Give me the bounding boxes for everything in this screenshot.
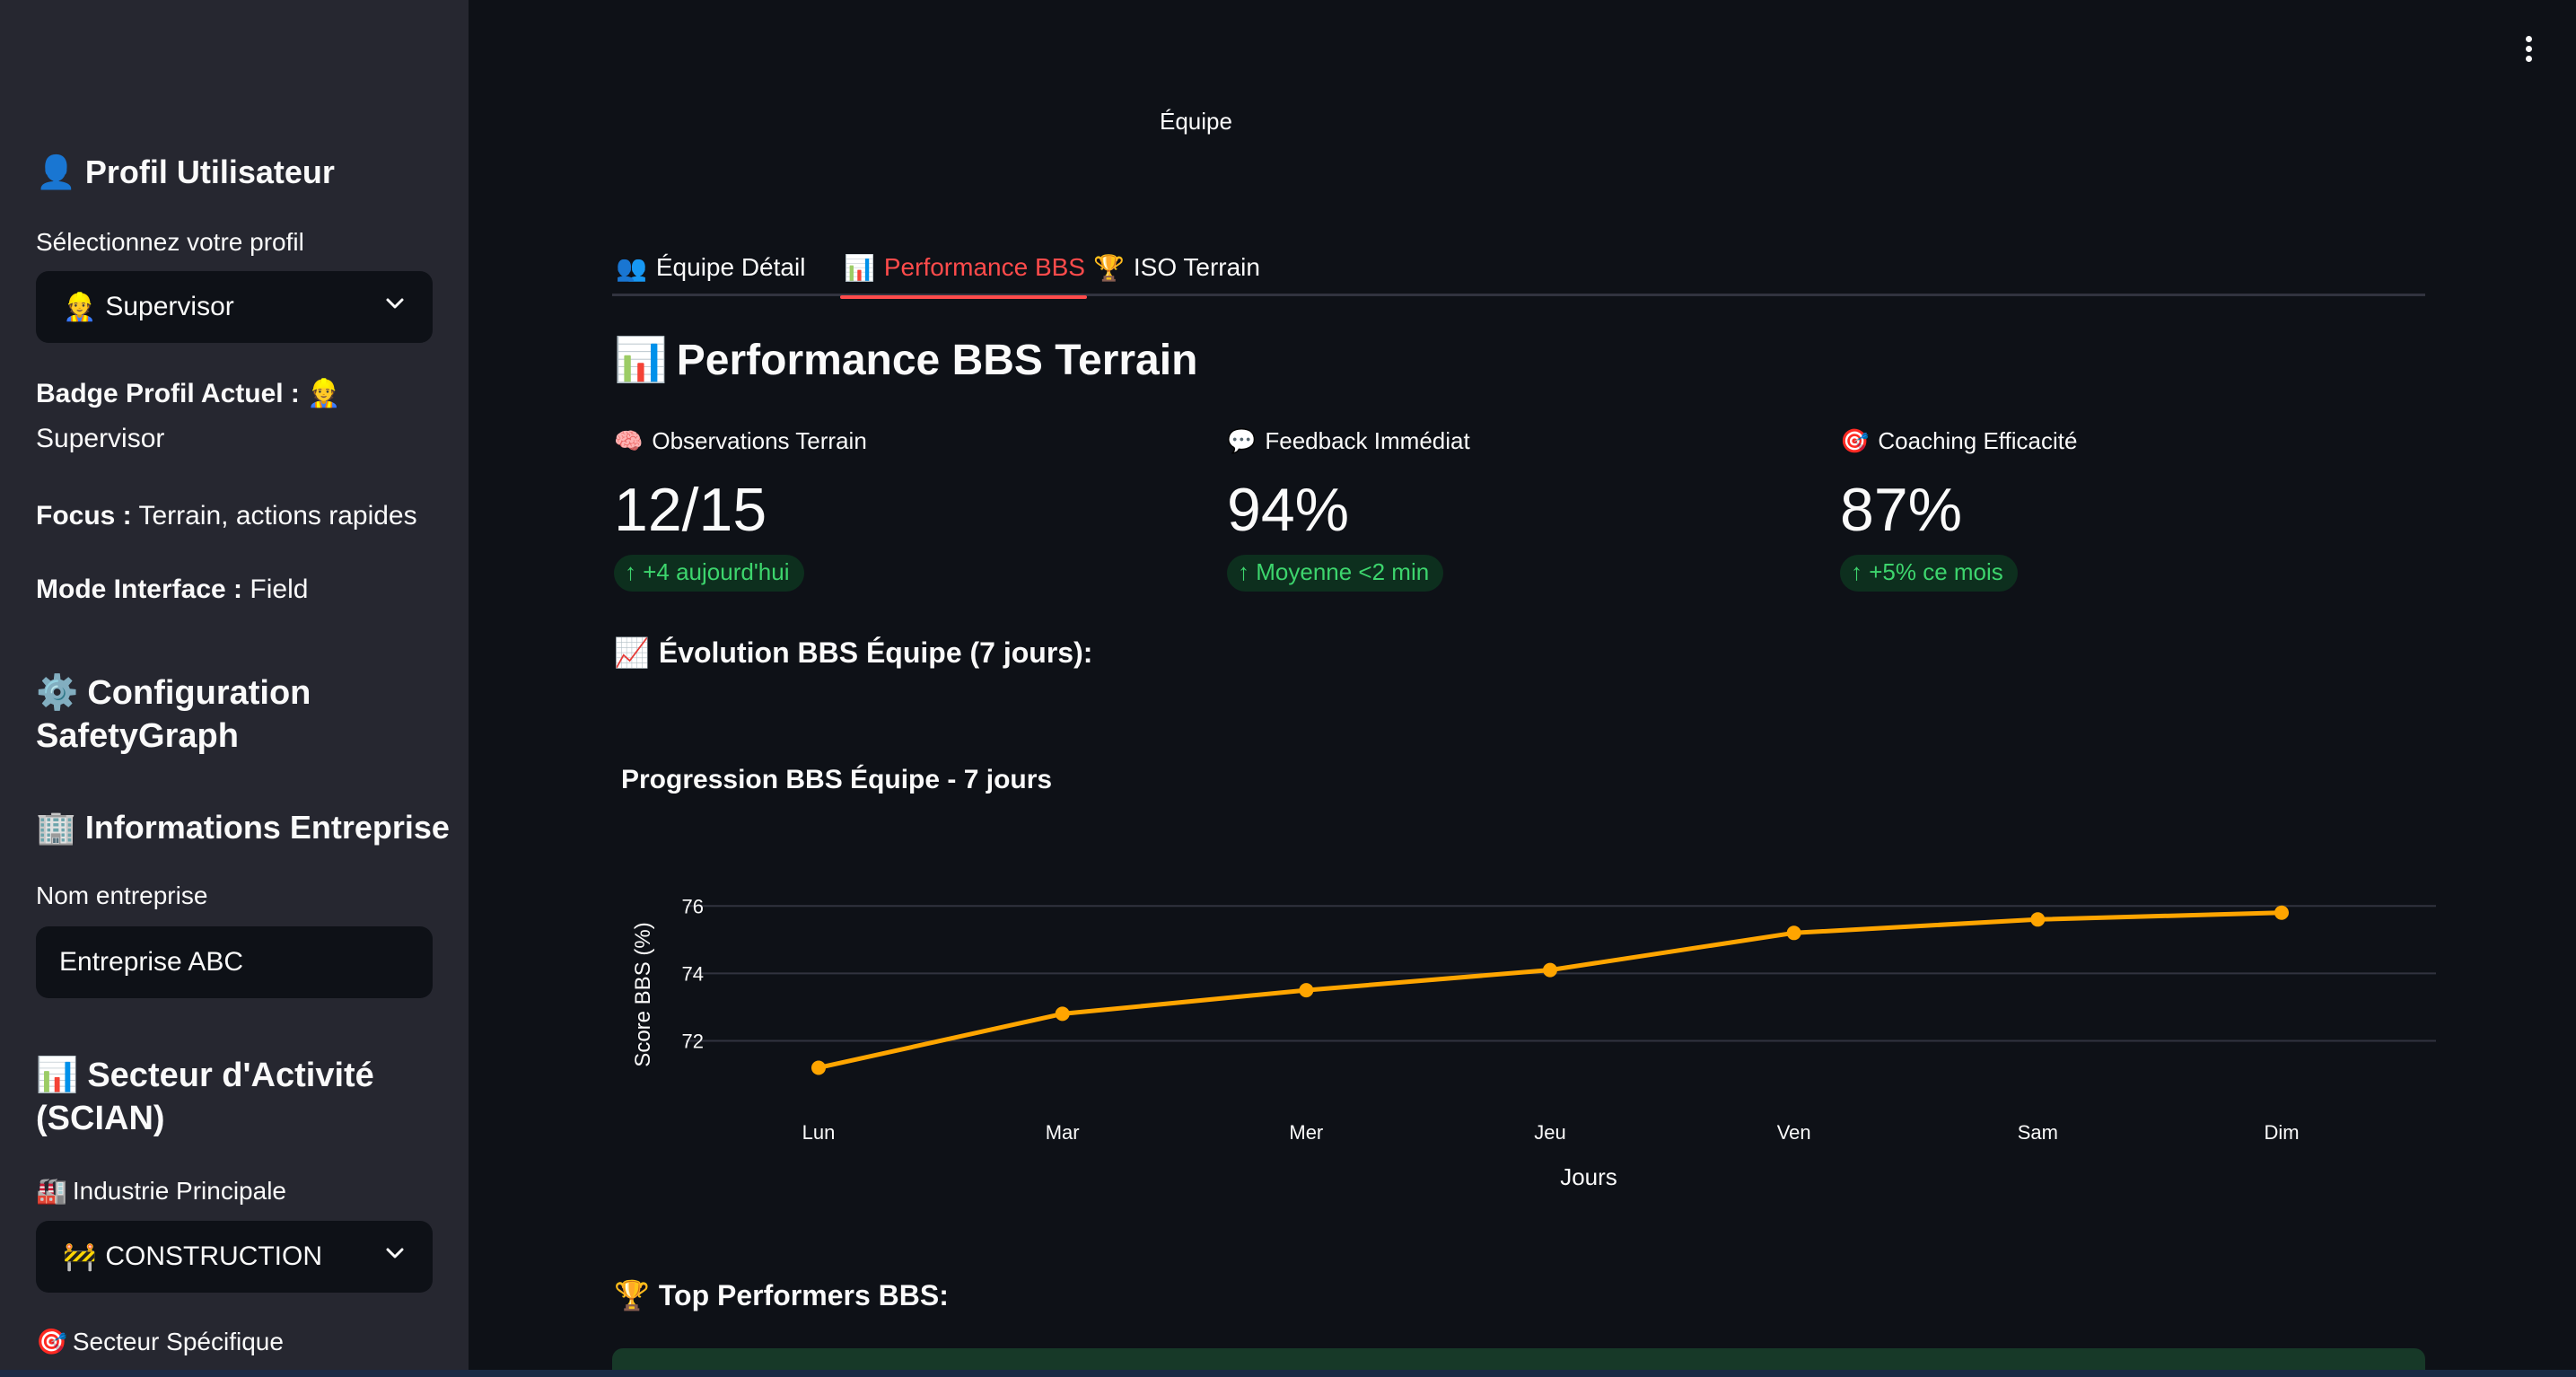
page-title: 📊 Performance BBS Terrain (614, 334, 1197, 385)
bottom-strip (0, 1370, 2576, 1377)
metric-feedback: 💬 Feedback Immédiat 94% ↑ Moyenne <2 min (1227, 427, 1819, 592)
industry-select-value: CONSTRUCTION (105, 1241, 323, 1271)
profile-select-label: Sélectionnez votre profil (36, 228, 304, 256)
series-line (818, 910, 2282, 1070)
mode-text: Mode Interface : Field (36, 574, 309, 604)
metric-label: Observations Terrain (652, 427, 867, 454)
data-point[interactable] (2274, 905, 2289, 920)
tab-iso-terrain[interactable]: 🏆 ISO Terrain (1093, 239, 1260, 296)
focus-text: Focus : Terrain, actions rapides (36, 501, 417, 531)
profile-select[interactable]: 👷 Supervisor (36, 271, 433, 343)
evolution-header: 📈 Évolution BBS Équipe (7 jours): (614, 636, 1093, 669)
metric-coaching: 🎯 Coaching Efficacité 87% ↑ +5% ce mois (1840, 427, 2432, 592)
x-tick-label: Ven (1777, 1121, 1811, 1144)
gear-icon: ⚙️ (36, 674, 79, 712)
specific-sector-label: 🎯 Secteur Spécifique (36, 1328, 284, 1355)
y-axis-label: Score BBS (%) (631, 922, 655, 1066)
data-point[interactable] (811, 1060, 826, 1075)
y-tick-label: 72 (682, 1030, 704, 1052)
data-point[interactable] (2030, 912, 2046, 927)
badge-profile-value: Supervisor (36, 424, 165, 453)
x-tick-label: Dim (2264, 1121, 2299, 1144)
config-header: ⚙️ Configuration SafetyGraph (36, 671, 311, 758)
badge-profile: Badge Profil Actuel : 👷 Supervisor (36, 372, 449, 461)
x-tick-label: Mer (1289, 1121, 1323, 1144)
tab-bar: 👥 Équipe Détail 📊 Performance BBS 🏆 ISO Ter… (612, 239, 2425, 299)
user-icon: 👤 (36, 153, 76, 190)
metric-delta: ↑ +5% ce mois (1840, 555, 2018, 592)
top-performers-banner (612, 1348, 2425, 1370)
y-tick-label: 74 (682, 962, 704, 985)
factory-icon: 🏭 (36, 1177, 67, 1205)
x-tick-label: Lun (802, 1121, 836, 1144)
construction-icon: 🚧 (63, 1241, 97, 1272)
arrow-up-icon: ↑ (625, 558, 644, 585)
tab-equipe-detail[interactable]: 👥 Équipe Détail (616, 239, 805, 296)
target-icon: 🎯 (36, 1328, 67, 1355)
trophy-icon: 🏆 (614, 1279, 650, 1311)
metric-value: 87% (1840, 476, 1963, 544)
worker-icon: 👷 (307, 379, 341, 408)
profile-select-value: Supervisor (105, 292, 234, 321)
sidebar: 👤 Profil Utilisateur Sélectionnez votre p… (0, 0, 469, 1370)
data-point[interactable] (1299, 983, 1314, 998)
tab-performance-bbs[interactable]: 📊 Performance BBS (840, 239, 1087, 299)
data-point[interactable] (1543, 962, 1557, 978)
more-options-icon[interactable] (2522, 36, 2535, 63)
chart-icon: 📊 (844, 253, 875, 282)
company-name-input[interactable]: Entreprise ABC (36, 926, 433, 998)
chevron-down-icon (386, 1248, 404, 1259)
arrow-up-icon: ↑ (1851, 558, 1870, 585)
building-icon: 🏢 (36, 809, 76, 846)
x-axis-label: Jours (1560, 1163, 1617, 1190)
arrow-up-icon: ↑ (1238, 558, 1257, 585)
chart-title: Progression BBS Équipe - 7 jours (621, 764, 1052, 794)
metric-delta: ↑ +4 aujourd'hui (614, 555, 804, 592)
chart-icon: 📊 (36, 1057, 79, 1094)
speech-bubble-icon: 💬 (1227, 427, 1257, 454)
worker-icon: 👷 (63, 292, 97, 322)
brain-icon: 🧠 (614, 427, 644, 454)
trend-icon: 📈 (614, 636, 650, 669)
team-icon: 👥 (616, 253, 647, 282)
metric-label: Feedback Immédiat (1265, 427, 1470, 454)
chevron-down-icon (386, 298, 404, 309)
x-tick-label: Sam (2018, 1121, 2058, 1144)
metric-value: 94% (1227, 476, 1350, 544)
sector-header: 📊 Secteur d'Activité (SCIAN) (36, 1054, 374, 1140)
profile-header: 👤 Profil Utilisateur (36, 151, 335, 194)
metric-observations: 🧠 Observations Terrain 12/15 ↑ +4 aujourd… (614, 427, 1206, 592)
metric-value: 12/15 (614, 476, 767, 544)
y-tick-label: 76 (682, 895, 704, 917)
data-point[interactable] (1055, 1006, 1070, 1022)
industry-select[interactable]: 🚧 CONSTRUCTION (36, 1221, 433, 1293)
target-icon: 🎯 (1840, 427, 1870, 454)
metric-label: Coaching Efficacité (1878, 427, 2078, 454)
x-tick-label: Jeu (1534, 1121, 1565, 1144)
chart-icon: 📊 (614, 337, 668, 384)
main-content: Équipe 👥 Équipe Détail 📊 Performance BBS 🏆… (469, 0, 2576, 1370)
x-tick-label: Mar (1046, 1121, 1080, 1144)
trophy-icon: 🏆 (1093, 253, 1125, 282)
industry-label: 🏭 Industrie Principale (36, 1177, 286, 1205)
top-performers-header: 🏆 Top Performers BBS: (614, 1279, 949, 1311)
company-name-label: Nom entreprise (36, 881, 208, 909)
bbs-progression-chart: Progression BBS Équipe - 7 jours 727476 … (621, 764, 2436, 1190)
metric-delta: ↑ Moyenne <2 min (1227, 555, 1444, 592)
equipe-label: Équipe (1160, 108, 1232, 135)
data-point[interactable] (1786, 925, 1801, 941)
company-header: 🏢 Informations Entreprise (36, 806, 450, 849)
